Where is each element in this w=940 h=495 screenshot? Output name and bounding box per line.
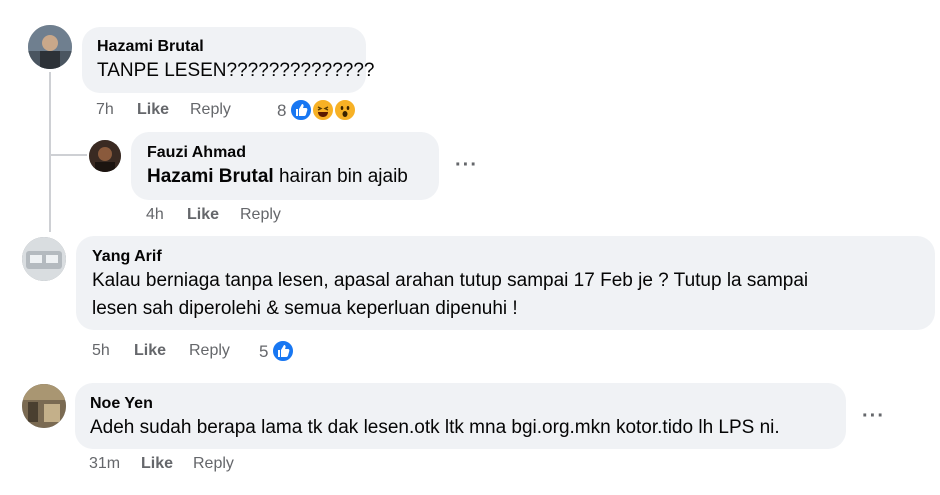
avatar[interactable] xyxy=(22,384,66,428)
comment-bubble: Fauzi Ahmad Hazami Brutal hairan bin aja… xyxy=(131,132,439,200)
comment-bubble: Hazami Brutal TANPE LESEN?????????????? xyxy=(82,27,374,93)
comment-time[interactable]: 5h xyxy=(92,342,110,359)
reaction-count[interactable]: 8 xyxy=(277,101,286,121)
reply-button[interactable]: Reply xyxy=(190,101,231,118)
comment-time[interactable]: 7h xyxy=(96,101,114,118)
more-options-icon[interactable]: ··· xyxy=(455,155,478,175)
comment-bubble: Noe Yen Adeh sudah berapa lama tk dak le… xyxy=(75,383,846,449)
mention-link[interactable]: Hazami Brutal xyxy=(147,166,274,187)
comment-text: TANPE LESEN?????????????? xyxy=(97,60,375,81)
comment-text: Adeh sudah berapa lama tk dak lesen.otk … xyxy=(90,417,780,438)
reply-button[interactable]: Reply xyxy=(240,206,281,223)
comment-meta: 7h xyxy=(96,101,114,119)
haha-icon[interactable] xyxy=(311,98,335,122)
thread-line-branch xyxy=(49,154,87,156)
comment-text-body: hairan bin ajaib xyxy=(273,166,408,187)
comment-author[interactable]: Yang Arif xyxy=(92,248,162,266)
wow-icon[interactable] xyxy=(333,98,357,122)
comment-author[interactable]: Noe Yen xyxy=(90,395,153,413)
like-icon[interactable] xyxy=(271,339,295,363)
avatar[interactable] xyxy=(89,140,121,172)
comment-text-line-2: lesen sah diperolehi & semua keperluan d… xyxy=(92,298,518,319)
like-icon[interactable] xyxy=(289,98,313,122)
like-button[interactable]: Like xyxy=(187,206,219,223)
more-options-icon[interactable]: ··· xyxy=(862,406,885,426)
comment-text: Hazami Brutal hairan bin ajaib xyxy=(147,161,408,192)
avatar[interactable] xyxy=(22,237,66,281)
like-button[interactable]: Like xyxy=(141,455,173,472)
thread-line xyxy=(49,72,51,232)
comment-time[interactable]: 31m xyxy=(89,455,120,472)
like-button[interactable]: Like xyxy=(137,101,169,118)
comment-time[interactable]: 4h xyxy=(146,206,164,223)
comment-bubble: Yang Arif Kalau berniaga tanpa lesen, ap… xyxy=(76,236,935,330)
like-button[interactable]: Like xyxy=(134,342,166,359)
reply-button[interactable]: Reply xyxy=(189,342,230,359)
reaction-count[interactable]: 5 xyxy=(259,342,268,362)
avatar[interactable] xyxy=(28,25,72,69)
comment-text-line-1: Kalau berniaga tanpa lesen, apasal araha… xyxy=(92,270,809,291)
comment-author[interactable]: Fauzi Ahmad xyxy=(147,144,246,162)
reply-button[interactable]: Reply xyxy=(193,455,234,472)
comment-author[interactable]: Hazami Brutal xyxy=(97,38,204,56)
comment-section: Hazami Brutal TANPE LESEN?????????????? … xyxy=(0,0,940,495)
